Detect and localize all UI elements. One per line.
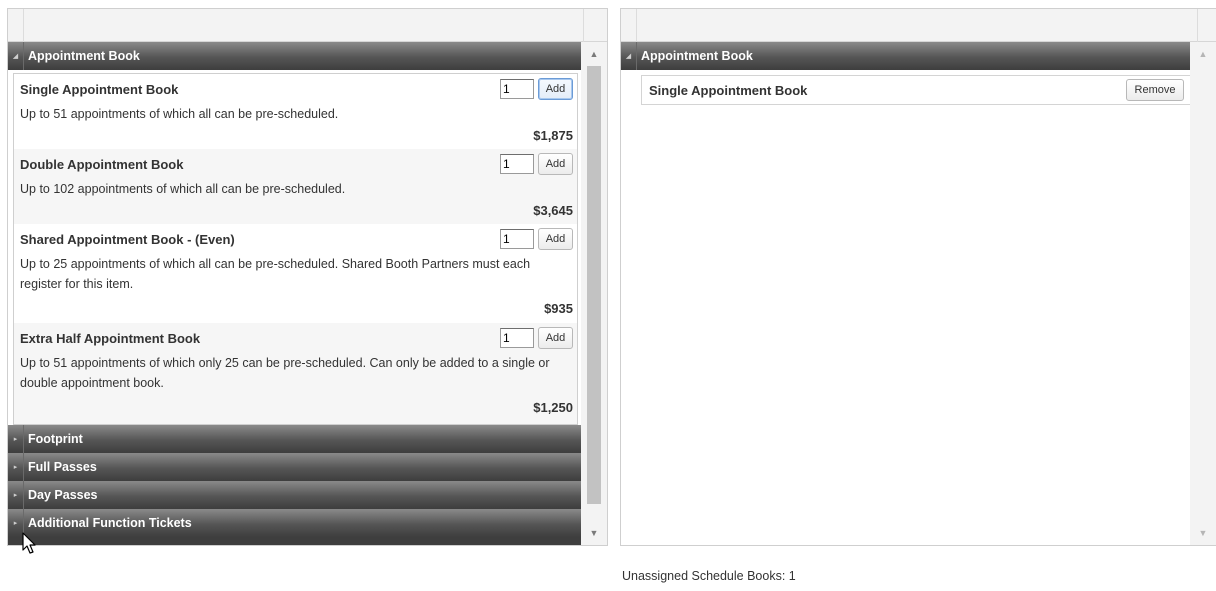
- collapse-arrow-icon: ◢: [8, 42, 24, 70]
- category-header-label: Appointment Book: [28, 49, 140, 63]
- cart-category-header-appointment-book[interactable]: ◢ Appointment Book: [621, 42, 1190, 70]
- list-item: Double Appointment Book Add Up to 102 ap…: [14, 149, 577, 224]
- scroll-down-icon[interactable]: ▼: [1190, 525, 1216, 541]
- unassigned-schedule-books-status: Unassigned Schedule Books: 1: [622, 569, 796, 583]
- cart-item-name: Single Appointment Book: [649, 83, 808, 98]
- list-item: Extra Half Appointment Book Add Up to 51…: [14, 323, 577, 424]
- item-price: $1,875: [533, 128, 573, 143]
- expand-arrow-icon: ▸: [8, 481, 24, 509]
- category-header-footprint[interactable]: ▸ Footprint: [8, 425, 581, 453]
- catalog-panel-top-bar: [8, 9, 607, 42]
- category-header-label: Additional Function Tickets: [28, 516, 192, 530]
- item-description: Up to 25 appointments of which all can b…: [20, 257, 531, 291]
- item-name: Extra Half Appointment Book: [20, 331, 201, 346]
- list-item: Shared Appointment Book - (Even) Add Up …: [14, 224, 577, 323]
- item-name: Shared Appointment Book - (Even): [20, 232, 235, 247]
- quantity-input[interactable]: [500, 229, 534, 249]
- quantity-input[interactable]: [500, 79, 534, 99]
- add-button[interactable]: Add: [538, 78, 573, 100]
- next-category-header-partial: [8, 537, 581, 545]
- category-header-label: Day Passes: [28, 488, 98, 502]
- expand-arrow-icon: ▸: [8, 425, 24, 453]
- cart-scrollbar[interactable]: ▲ ▼: [1190, 42, 1216, 545]
- collapse-arrow-icon: ◢: [621, 42, 637, 70]
- item-name: Double Appointment Book: [20, 157, 184, 172]
- expand-arrow-icon: ▸: [8, 453, 24, 481]
- list-item: Single Appointment Book Add Up to 51 app…: [14, 74, 577, 149]
- scroll-down-icon[interactable]: ▼: [581, 525, 607, 541]
- category-header-additional-function-tickets[interactable]: ▸ Additional Function Tickets: [8, 509, 581, 537]
- item-description: Up to 102 appointments of which all can …: [20, 182, 346, 196]
- quantity-input[interactable]: [500, 328, 534, 348]
- item-name: Single Appointment Book: [20, 82, 179, 97]
- catalog-scrollbar[interactable]: ▲ ▼: [581, 42, 607, 545]
- mouse-cursor-icon: [22, 532, 36, 554]
- item-price: $935: [544, 301, 573, 316]
- item-description: Up to 51 appointments of which only 25 c…: [20, 356, 550, 390]
- add-button[interactable]: Add: [538, 153, 573, 175]
- category-header-appointment-book[interactable]: ◢ Appointment Book: [8, 42, 581, 70]
- catalog-panel: ◢ Appointment Book Single Appointment Bo…: [7, 8, 608, 546]
- scroll-up-icon[interactable]: ▲: [1190, 46, 1216, 62]
- category-header-label: Footprint: [28, 432, 83, 446]
- cart-panel: ◢ Appointment Book Single Appointment Bo…: [620, 8, 1216, 546]
- cart-item: Single Appointment Book Remove: [641, 75, 1191, 105]
- quantity-input[interactable]: [500, 154, 534, 174]
- item-price: $3,645: [533, 203, 573, 218]
- item-price: $1,250: [533, 400, 573, 415]
- item-description: Up to 51 appointments of which all can b…: [20, 107, 339, 121]
- category-header-label: Full Passes: [28, 460, 97, 474]
- cart-category-header-label: Appointment Book: [641, 49, 753, 63]
- catalog-item-list: Single Appointment Book Add Up to 51 app…: [13, 73, 578, 425]
- category-header-day-passes[interactable]: ▸ Day Passes: [8, 481, 581, 509]
- category-header-full-passes[interactable]: ▸ Full Passes: [8, 453, 581, 481]
- remove-button[interactable]: Remove: [1126, 79, 1184, 101]
- add-button[interactable]: Add: [538, 228, 573, 250]
- scroll-thumb[interactable]: [587, 66, 601, 504]
- scroll-up-icon[interactable]: ▲: [581, 46, 607, 62]
- add-button[interactable]: Add: [538, 327, 573, 349]
- cart-panel-top-bar: [621, 9, 1216, 42]
